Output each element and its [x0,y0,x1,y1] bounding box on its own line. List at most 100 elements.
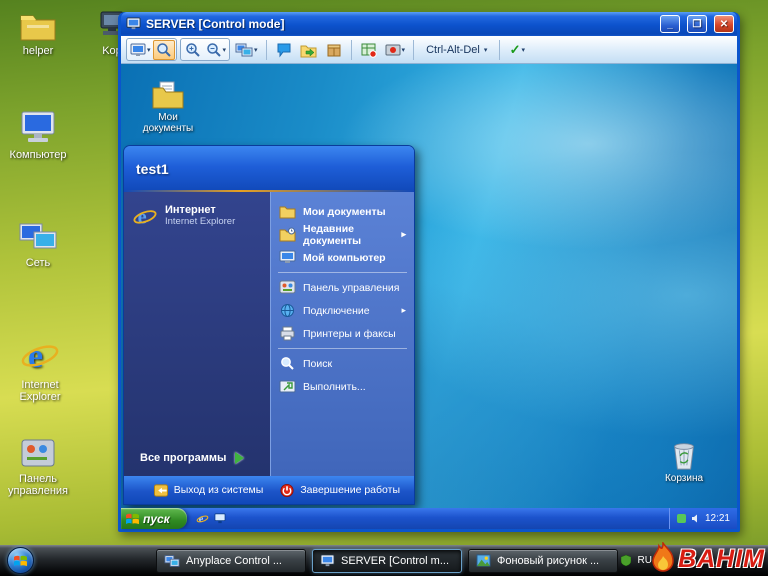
package-button[interactable] [323,40,345,60]
shut-down-button[interactable]: Завершение работы [279,483,400,498]
recent-folder-icon [279,227,296,242]
remote-start-menu: test1 e Интернет Internet Explorer Все п… [123,145,415,505]
start-menu-item-control-panel[interactable]: Панель управления [275,276,410,299]
submenu-arrow-icon: ▸ [401,305,406,316]
dropdown-arrow-icon: ▾ [484,46,488,54]
desktop-icon-network[interactable]: Сеть [2,220,74,269]
show-desktop-icon[interactable] [214,513,226,524]
remote-clock: 12:21 [705,513,730,524]
desktop-icon-control-panel[interactable]: Панель управления [2,438,74,497]
menu-item-label: Мой компьютер [303,252,386,264]
maximize-button[interactable]: ❐ [687,15,707,33]
ctrl-alt-del-button[interactable]: Ctrl-Alt-Del ▾ [420,39,493,60]
chat-bubble-icon [276,42,292,58]
taskbar-button-label: SERVER [Control m... [341,555,449,567]
start-menu-left-column: e Интернет Internet Explorer Все програм… [124,192,270,476]
magnifier-minus-icon [206,42,222,58]
toolbar-separator [351,40,352,60]
start-menu-username: test1 [136,161,169,177]
all-programs-label: Все программы [140,452,226,464]
green-arrow-icon [235,452,244,464]
connection-status-button[interactable]: ✓ ▾ [506,40,528,60]
desktop-icon-label: Панель управления [2,473,74,497]
magnifier-plus-icon [185,42,201,58]
window-titlebar[interactable]: SERVER [Control mode] _ ❐ ✕ [121,12,737,36]
remote-control-toolbar: ▾ ▾ ▾ [121,36,737,64]
start-orb-button[interactable] [7,547,34,574]
menu-item-label: Панель управления [303,282,399,294]
desktop-icon-label: Internet Explorer [4,379,76,403]
shut-down-label: Завершение работы [300,484,400,496]
start-menu-right-column: Мои документы Недавние документы ▸ Мой к… [270,192,414,476]
remote-start-button[interactable]: пуск [121,508,187,529]
start-menu-item-run[interactable]: Выполнить... [275,375,410,398]
minimize-button[interactable]: _ [660,15,680,33]
ctrl-alt-del-label: Ctrl-Alt-Del [426,44,480,56]
dropdown-arrow-icon: ▾ [223,46,227,54]
remote-my-documents-icon[interactable]: Мои документы [135,80,201,134]
folder-icon [279,204,296,219]
desktop-icon-computer[interactable]: Компьютер [2,110,74,161]
windows-flag-icon [126,513,139,525]
start-menu-item-connections[interactable]: Подключение ▸ [275,299,410,322]
power-icon [279,483,295,498]
toolbar-separator [413,40,414,60]
start-menu-item-internet[interactable]: e Интернет Internet Explorer [124,200,270,232]
log-off-button[interactable]: Выход из системы [153,483,264,498]
log-off-icon [153,483,169,498]
start-menu-header: test1 [124,146,414,192]
network-icon [18,220,58,254]
internet-item-title: Интернет [165,204,235,217]
server-control-window: SERVER [Control mode] _ ❐ ✕ ▾ ▾ ▾ [118,12,740,532]
window-title: SERVER [Control mode] [146,17,653,31]
screen-record-button[interactable]: ▾ [383,40,408,60]
zoom-view-button[interactable] [153,40,175,60]
internet-explorer-icon[interactable]: e [196,512,209,525]
dual-monitor-icon [164,554,180,568]
desktop-icon-label: helper [23,45,54,57]
start-menu-item-printers[interactable]: Принтеры и факсы [275,322,410,345]
menu-separator [278,272,407,273]
dropdown-arrow-icon: ▾ [147,46,151,54]
remote-tools-button[interactable] [358,40,380,60]
file-transfer-button[interactable] [298,40,320,60]
run-icon [279,379,296,394]
chat-button[interactable] [273,40,295,60]
all-programs-button[interactable]: Все программы [124,445,270,472]
taskbar-button-label: Фоновый рисунок ... [497,555,599,567]
start-menu-item-recent-documents[interactable]: Недавние документы ▸ [275,223,410,246]
zoom-out-button[interactable]: ▾ [204,40,229,60]
internet-item-subtitle: Internet Explorer [165,217,235,228]
view-mode-group: ▾ [126,38,177,61]
remote-icon-label: Мои документы [135,112,201,134]
remote-desktop-viewport[interactable]: Мои документы Корзина test1 e Интернет I… [121,64,737,508]
taskbar-button-label: Anyplace Control ... [186,555,282,567]
toolbar-separator [266,40,267,60]
menu-item-label: Недавние документы [303,223,394,247]
remote-system-tray[interactable]: 12:21 [669,508,737,529]
tray-status-icon [677,514,686,523]
zoom-in-button[interactable] [182,40,204,60]
magnifier-icon [156,42,172,58]
monitors-switch-button[interactable]: ▾ [233,40,260,60]
picture-icon [476,554,491,567]
desktop-icon-helper[interactable]: helper [2,8,74,57]
screen-mode-button[interactable]: ▾ [128,40,153,60]
recycle-bin-icon [669,439,699,471]
desktop-icon-internet-explorer[interactable]: e Internet Explorer [4,334,76,403]
remote-recycle-bin-icon[interactable]: Корзина [651,439,717,484]
start-menu-footer: Выход из системы Завершение работы [124,476,414,504]
taskbar-button-wallpaper[interactable]: Фоновый рисунок ... [468,549,618,573]
taskbar-button-server-control[interactable]: SERVER [Control m... [312,549,462,573]
package-icon [326,42,342,58]
printer-icon [279,326,296,341]
folder-transfer-icon [300,42,317,58]
monitor-icon [320,554,335,568]
start-menu-item-search[interactable]: Поиск [275,352,410,375]
close-button[interactable]: ✕ [714,15,734,33]
start-menu-item-my-computer[interactable]: Мой компьютер [275,246,410,269]
start-menu-item-my-documents[interactable]: Мои документы [275,200,410,223]
search-icon [279,356,296,371]
svg-text:e: e [138,206,147,228]
taskbar-button-anyplace-control[interactable]: Anyplace Control ... [156,549,306,573]
